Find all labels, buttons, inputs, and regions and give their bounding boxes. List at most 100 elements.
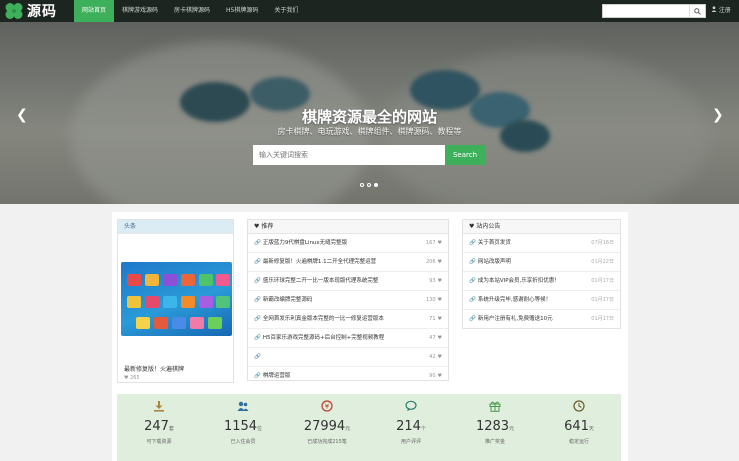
stat-uptime: 641天 稳定运行 [537,394,621,461]
list-item[interactable]: 🔗 系统升级完毕,感谢耐心等候！ 01月17日 [463,291,620,310]
search-icon [694,7,701,15]
heart-icon: ♥ [437,277,442,284]
main-menu: 网站首页 棋牌游戏源码 房卡棋牌源码 H5棋牌源码 关于我们 [74,0,306,22]
stat-label: 已入住会员 [230,439,256,445]
headline-item-title[interactable]: 最新修复版！火遍棋牌 [124,364,184,373]
stat-label: 可下载资源 [146,439,172,445]
list-item[interactable]: 🔗 盛乐环球完整二开一比一版本现版代理系统完整 93 ♥ [248,272,448,291]
stat-unit: 套 [168,426,174,432]
list-item-count: 90 [429,373,436,379]
link-icon: 🔗 [254,296,261,303]
notice-item-date: 01月17日 [591,277,614,284]
list-item[interactable]: 🔗 新用户注册有礼,免费赠送10元 01月17日 [463,310,620,329]
nav-item-about[interactable]: 关于我们 [266,0,306,22]
heart-icon: ♥ [437,353,442,360]
hero-search-button[interactable]: Search [445,145,485,165]
register-link[interactable]: 注册 [711,0,731,22]
logo-text: 源码 [27,4,57,20]
game-tile [190,317,204,329]
download-icon [154,401,164,412]
list-item-count: 93 [429,277,436,284]
site-stats: 247套 可下载资源 1154位 已入住会员 ¥ 27994元 已成功完成215… [117,394,621,461]
hero-search-input[interactable] [253,145,445,165]
list-item[interactable]: 🔗 关于首页发货 07月16日 [463,234,620,253]
site-logo[interactable]: 源码 [4,2,72,20]
notice-item-title: 网站改版声明 [477,258,511,265]
link-icon: 🔗 [469,277,476,284]
money-icon: ¥ [321,400,333,412]
nav-item-chess-source[interactable]: 棋牌游戏源码 [114,0,166,22]
stat-value: 214个 [369,419,453,434]
game-tile [163,296,177,308]
list-item-count: 130 [425,296,436,303]
stat-unit: 元 [509,426,515,432]
top-navbar: 源码 网站首页 棋牌游戏源码 房卡棋牌源码 H5棋牌源码 关于我们 注册 [0,0,739,22]
clover-logo-icon [5,3,23,19]
heart-icon: ♥ [124,375,129,381]
list-item-count: 71 [429,315,436,322]
notice-item-date: 01月17日 [591,296,614,303]
notice-item-date: 01月22日 [591,258,614,265]
nav-item-room-card-source[interactable]: 房卡棋牌源码 [166,0,218,22]
list-item[interactable]: 🔗 全网首发乐利真金版本完整的一比一修复运营版本 71 ♥ [248,310,448,329]
notice-title: 站内公告 [476,223,501,230]
carousel-dot-1[interactable] [360,183,364,187]
link-icon: 🔗 [469,239,476,246]
game-tile [216,296,230,308]
list-item[interactable]: 🔗 新霸改编牌完整源码 130 ♥ [248,291,448,310]
stat-value: 641天 [537,419,621,434]
list-item-count: 167 [425,239,436,246]
nav-search-input[interactable] [603,5,689,17]
game-tile [181,274,195,286]
list-item-title: 全网首发乐利真金版本完整的一比一修复运营版本 [262,315,384,322]
stat-bonus: 1283元 推广奖金 [453,394,537,461]
list-item[interactable]: 🔗 成为本站VIP会员,乐享折扣优惠！ 01月17日 [463,272,620,291]
recommend-panel: ♥ 推荐 🔗 正版蓝力9代棋盘Linux无缝完整版 167 ♥ 🔗 最新修复版！火遍棋牌… [247,219,449,381]
game-tile [208,317,222,329]
heart-icon: ♥ [437,334,442,341]
list-item[interactable]: 🔗 最新修复版！火遍棋牌1.1二开全代理完整运营 206 ♥ [248,253,448,272]
headline-banner-image[interactable] [121,262,232,336]
list-item[interactable]: 🔗 棋牌运营版 90 ♥ [248,367,448,386]
stat-value: 1154位 [201,419,285,434]
list-item[interactable]: 🔗 42 ♥ [248,348,448,367]
notice-item-title: 新用户注册有礼,免费赠送10元 [477,316,553,322]
list-item-title: H5百家乐游戏完整源码+后台控制+完整视频教程 [262,334,385,341]
link-icon: 🔗 [254,239,261,246]
notice-panel: ♥ 站内公告 🔗 关于首页发货 07月16日 🔗 网站改版声明 01月22日 🔗 成为本站… [462,219,621,329]
link-icon: 🔗 [254,277,261,284]
list-item-title: 棋牌运营版 [262,373,291,379]
carousel-dot-3[interactable] [374,183,378,187]
game-tile [163,274,177,286]
stat-number: 1154 [223,419,258,434]
headline-panel: 头条 最新修复版！火遍棋牌 ♥ 265 [117,219,234,383]
game-tile [127,274,141,286]
list-item-title: 新霸改编牌完整源码 [262,296,313,303]
hero-subtitle: 房卡棋牌、电玩游戏、棋牌组件、棋牌源码、教程等 [277,127,462,136]
heart-icon: ♥ [437,296,442,303]
game-tile [199,296,213,308]
list-item-count: 47 [429,334,436,341]
carousel-dot-2[interactable] [367,183,371,187]
nav-item-h5-source[interactable]: H5棋牌源码 [218,0,266,22]
stat-number: 27994 [303,419,346,434]
list-item[interactable]: 🔗 正版蓝力9代棋盘Linux无缝完整版 167 ♥ [248,234,448,253]
link-icon: 🔗 [254,353,261,360]
list-item[interactable]: 🔗 H5百家乐游戏完整源码+后台控制+完整视频教程 47 ♥ [248,329,448,348]
heart-icon: ♥ [254,223,260,230]
clock-icon [573,400,585,412]
notice-item-title: 关于首页发货 [477,239,511,246]
notice-item-date: 01月17日 [591,316,614,322]
list-item-title: 最新修复版！火遍棋牌1.1二开全代理完整运营 [262,258,377,265]
list-item[interactable]: 🔗 网站改版声明 01月22日 [463,253,620,272]
link-icon: 🔗 [254,315,261,322]
headline-likes-count: 265 [130,375,140,381]
notice-item-date: 07月16日 [591,239,614,246]
link-icon: 🔗 [254,334,261,341]
stat-label: 已成功完成215笔 [307,439,347,445]
list-item-title: 盛乐环球完整二开一比一版本现版代理系统完整 [262,277,379,284]
bell-icon: ♥ [469,223,475,230]
nav-item-home[interactable]: 网站首页 [74,0,115,22]
stat-unit: 个 [420,426,426,432]
nav-search-button[interactable] [689,5,705,17]
